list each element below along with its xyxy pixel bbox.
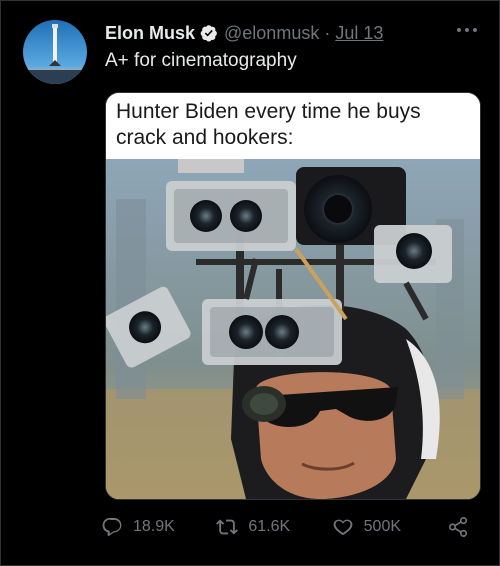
tweet-date[interactable]: Jul 13: [335, 23, 383, 44]
retweet-count: 61.6K: [248, 518, 291, 535]
photo-illustration: [106, 159, 480, 499]
meme-photo: [106, 159, 480, 499]
tweet-actions: 18.9K 61.6K 500K: [101, 514, 479, 540]
more-options-icon[interactable]: [455, 23, 479, 37]
verified-badge-icon: [200, 24, 218, 42]
author-handle[interactable]: @elonmusk: [224, 23, 319, 44]
reply-count: 18.9K: [133, 518, 175, 535]
retweet-icon: [216, 519, 239, 535]
meme-caption: Hunter Biden every time he buys crack an…: [106, 93, 480, 159]
tweet-card[interactable]: Elon Musk @elonmusk · Jul 13 A+ for cine…: [0, 0, 500, 566]
like-count: 500K: [363, 518, 402, 535]
reply-button[interactable]: 18.9K: [101, 516, 216, 538]
tweet-media[interactable]: Hunter Biden every time he buys crack an…: [105, 92, 481, 500]
share-button[interactable]: [447, 516, 479, 538]
heart-icon: [333, 519, 353, 536]
tweet-header: Elon Musk @elonmusk · Jul 13: [105, 22, 479, 44]
author-name[interactable]: Elon Musk: [105, 23, 195, 44]
retweet-button[interactable]: 61.6K: [216, 516, 331, 538]
avatar[interactable]: [23, 20, 87, 84]
avatar-image: [23, 20, 87, 84]
like-button[interactable]: 500K: [332, 516, 447, 538]
separator-dot: ·: [324, 22, 331, 43]
reply-icon: [102, 517, 122, 537]
tweet-text: A+ for cinematography: [105, 50, 297, 71]
share-icon: [448, 517, 468, 537]
